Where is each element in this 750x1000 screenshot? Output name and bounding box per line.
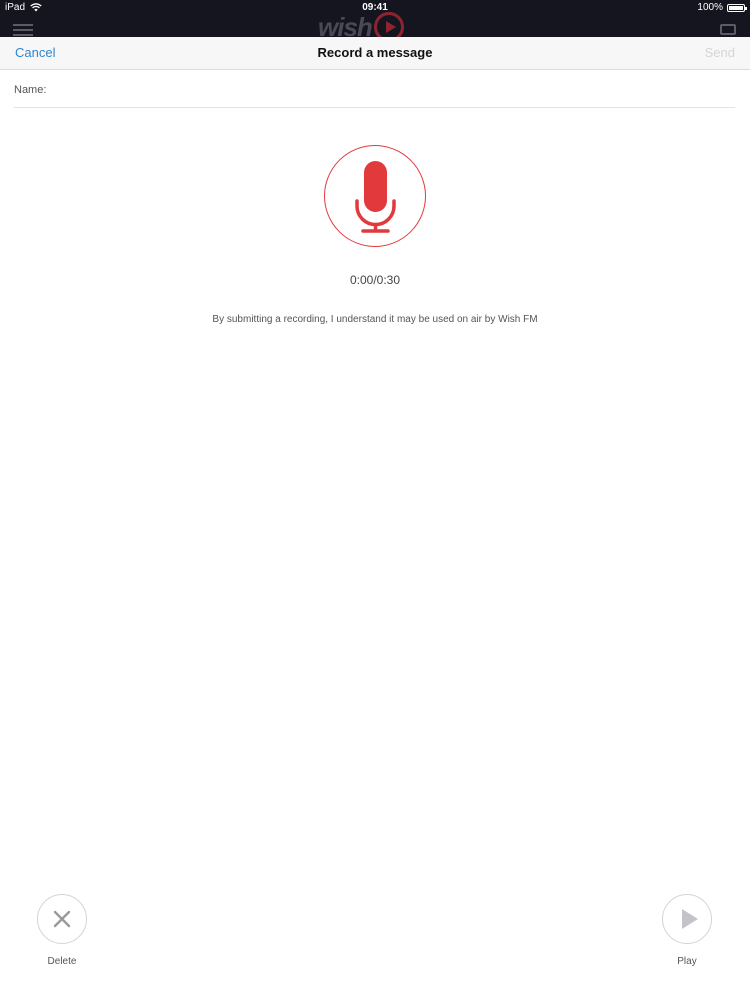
send-button[interactable]: Send [705,45,735,60]
status-bar: iPad 09:41 100% wish [0,0,750,37]
play-label: Play [677,956,697,967]
close-icon [53,910,71,928]
chat-bubble-icon[interactable] [720,24,736,35]
name-label: Name: [14,83,47,96]
play-button[interactable] [662,894,712,944]
delete-button[interactable] [37,894,87,944]
logo-text: wish [318,12,373,37]
name-input[interactable] [50,83,735,96]
recording-timer: 0:00/0:30 [349,273,401,287]
record-button[interactable] [324,145,426,247]
status-right: 100% [697,2,747,13]
wish-fm-logo: wish [318,12,404,37]
microphone-icon [355,161,396,233]
logo-play-icon [373,12,404,37]
recording-disclaimer: By submitting a recording, I understand … [212,314,538,325]
status-time: 09:41 [362,2,388,13]
battery-icon [727,3,747,12]
play-icon [682,909,698,929]
delete-label: Delete [47,956,77,967]
page-title: Record a message [317,45,433,60]
navigation-bar: Cancel Record a message Send [0,37,750,70]
name-field-row: Name: [14,72,735,108]
battery-percentage: 100% [697,2,723,13]
hamburger-menu-icon[interactable] [13,24,33,37]
